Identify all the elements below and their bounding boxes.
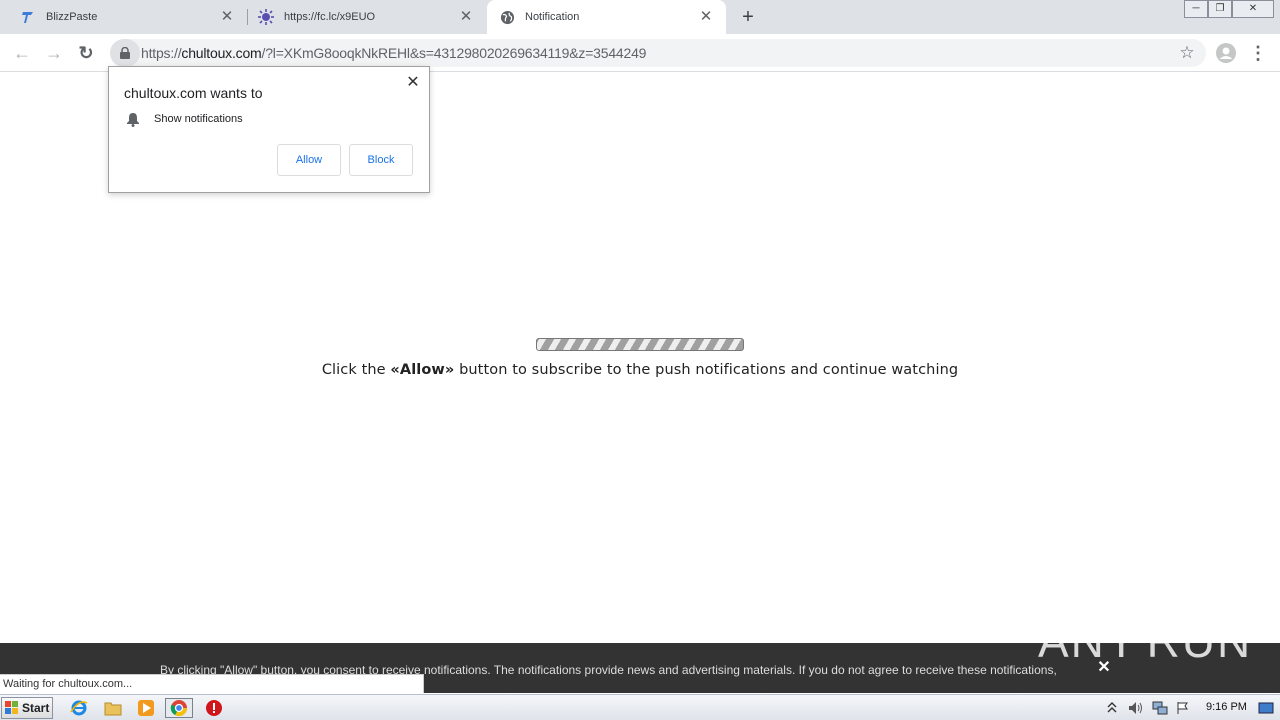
stop-icon[interactable] [203,698,225,718]
network-icon[interactable] [1152,701,1168,715]
action-center-flag-icon[interactable] [1176,701,1190,715]
watermark-run: RUN [1146,615,1253,667]
cta-allow-word: «Allow» [390,362,455,378]
volume-icon[interactable] [1128,701,1144,715]
profile-avatar[interactable] [1214,41,1238,65]
window-close-button[interactable]: ✕ [1232,0,1274,18]
tab-strip: BlizzPaste ✕ https://fc.lc/x9EUO ✕ Notif… [0,0,1280,34]
url-scheme: https:// [141,45,182,61]
block-button[interactable]: Block [349,144,413,176]
bell-icon [126,112,142,128]
media-player-icon[interactable] [135,698,157,718]
virus-icon [258,9,274,25]
url-host: chultoux.com [181,45,262,61]
show-hidden-icons-icon[interactable] [1106,701,1118,715]
tab-fc-lc[interactable]: https://fc.lc/x9EUO ✕ [248,0,486,34]
permission-label: Show notifications [154,113,243,125]
allow-instruction-text: Click the «Allow» button to subscribe to… [0,362,1280,378]
status-bubble: Waiting for chultoux.com... [0,674,424,693]
new-tab-button[interactable]: + [737,6,759,28]
restore-button[interactable]: ❐ [1208,0,1232,18]
chrome-taskbar-icon[interactable] [165,698,193,718]
windows-logo-icon [5,701,18,714]
bookmark-star-icon[interactable]: ☆ [1176,42,1198,64]
anyrun-watermark: ANY RUN [1038,606,1250,676]
tab-title: https://fc.lc/x9EUO [284,11,376,23]
cta-prefix: Click the [321,362,391,378]
back-button[interactable]: ← [10,41,34,65]
url-text[interactable]: https://chultoux.com/?l=XKmG8ooqkNkREHl&… [141,45,646,61]
tab-close-icon[interactable]: ✕ [219,9,235,25]
start-label: Start [22,701,50,715]
allow-button[interactable]: Allow [277,144,341,176]
lock-icon[interactable] [110,39,140,67]
start-button[interactable]: Start [1,697,53,719]
file-explorer-icon[interactable] [102,698,124,718]
tab-title: Notification [525,11,580,23]
watermark-any: ANY [1038,615,1139,667]
cta-suffix: button to subscribe to the push notifica… [454,362,959,378]
tab-blizzpaste[interactable]: BlizzPaste ✕ [0,0,247,34]
system-tray [1106,697,1190,719]
menu-icon[interactable]: ⋮ [1246,41,1270,65]
globe-icon [499,9,515,25]
prompt-title: chultoux.com wants to [124,85,263,101]
tab-close-icon[interactable]: ✕ [698,9,714,25]
internet-explorer-icon[interactable] [68,698,90,718]
notification-permission-prompt: chultoux.com wants to ✕ Show notificatio… [108,66,430,193]
prompt-close-icon[interactable]: ✕ [405,75,421,91]
minimize-button[interactable]: ─ [1184,0,1208,18]
url-path: /?l=XKmG8ooqkNkREHl&s=431298020269634119… [261,45,647,61]
tab-notification[interactable]: Notification ✕ [487,0,726,34]
tab-close-icon[interactable]: ✕ [458,9,474,25]
blizzpaste-icon [20,9,36,25]
forward-button[interactable]: → [42,41,66,65]
show-desktop-icon[interactable] [1256,698,1276,718]
tab-title: BlizzPaste [46,11,98,23]
loading-progress-bar [536,338,744,351]
clock[interactable]: 9:16 PM [1206,701,1247,713]
address-bar[interactable]: https://chultoux.com/?l=XKmG8ooqkNkREHl&… [110,39,1206,67]
reload-button[interactable]: ↻ [74,41,98,65]
windows-taskbar: Start 9:16 PM [0,694,1280,720]
